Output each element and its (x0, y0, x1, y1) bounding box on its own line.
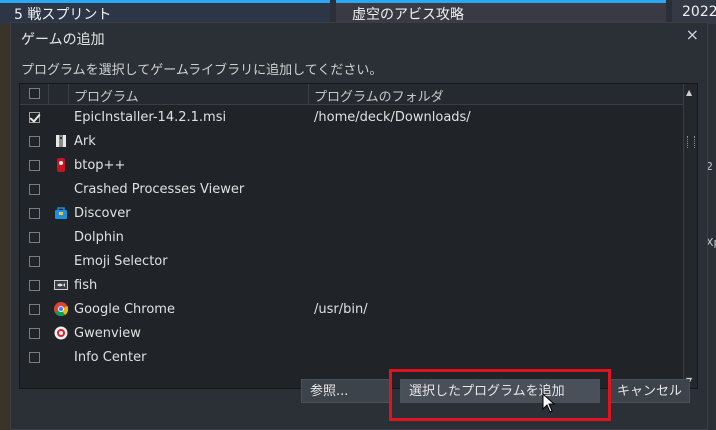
program-name: Crashed Processes Viewer (74, 182, 245, 197)
mouse-cursor-icon (542, 393, 556, 413)
program-row[interactable]: Ark (20, 130, 685, 154)
scroll-up-icon[interactable]: ▲ (686, 88, 692, 97)
row-checkbox[interactable] (29, 160, 40, 171)
list-scrollbar[interactable]: ▲ ▼ (683, 84, 697, 388)
program-row[interactable]: btop++ (20, 154, 685, 178)
row-checkbox[interactable] (29, 112, 40, 123)
program-name: Google Chrome (74, 302, 175, 317)
row-checkbox[interactable] (29, 280, 40, 291)
add-game-dialog: ゲームの追加 × プログラムを選択してゲームライブラリに追加してください。 プロ… (10, 22, 708, 430)
program-row[interactable]: EpicInstaller-14.2.1.msi /home/deck/Down… (20, 106, 685, 130)
column-divider (48, 84, 49, 104)
tile-accent-bar (0, 0, 330, 3)
tile-accent-bar (336, 0, 666, 3)
program-row[interactable]: Crashed Processes Viewer (20, 178, 685, 202)
program-name: Discover (74, 206, 131, 221)
row-checkbox[interactable] (29, 136, 40, 147)
program-row[interactable]: fish (20, 274, 685, 298)
row-checkbox[interactable] (29, 184, 40, 195)
fish-icon (54, 280, 68, 290)
library-tile-title: 虚空のアビス攻略 (352, 7, 464, 23)
row-checkbox[interactable] (29, 304, 40, 315)
program-row[interactable]: Gwenview (20, 322, 685, 346)
chrome-icon (54, 302, 68, 316)
column-header-program[interactable]: プログラム (74, 86, 139, 105)
row-checkbox[interactable] (29, 256, 40, 267)
program-name: Gwenview (74, 326, 141, 341)
column-header-folder[interactable]: プログラムのフォルダ (314, 86, 444, 105)
btop-icon (57, 158, 65, 172)
ark-icon (56, 135, 66, 147)
row-checkbox[interactable] (29, 232, 40, 243)
close-icon[interactable]: × (686, 25, 699, 44)
column-divider (308, 84, 309, 104)
dialog-title: ゲームの追加 (21, 32, 105, 48)
program-name: Info Center (74, 350, 147, 365)
program-name: Emoji Selector (74, 254, 168, 269)
program-folder: /usr/bin/ (314, 302, 368, 317)
list-header: プログラム プログラムのフォルダ (20, 84, 685, 105)
program-name: btop++ (74, 158, 126, 173)
browse-button[interactable]: 参照... (301, 379, 391, 403)
program-name: Ark (74, 134, 96, 149)
program-folder: /home/deck/Downloads/ (314, 110, 471, 125)
dialog-instruction: プログラムを選択してゲームライブラリに追加してください。 (21, 63, 383, 78)
program-row[interactable]: Info Center (20, 346, 685, 370)
highlight-box (389, 369, 611, 421)
library-tile-title: 5 戦スプリント (14, 7, 112, 23)
program-row[interactable]: Emoji Selector (20, 250, 685, 274)
program-row[interactable]: Google Chrome /usr/bin/ (20, 298, 685, 322)
program-rows: EpicInstaller-14.2.1.msi /home/deck/Down… (20, 106, 685, 370)
cancel-button[interactable]: キャンセル (608, 379, 690, 403)
select-all-checkbox[interactable] (29, 88, 40, 99)
discover-icon (55, 207, 67, 219)
program-row[interactable]: Dolphin (20, 226, 685, 250)
program-name: fish (74, 278, 98, 293)
row-checkbox[interactable] (29, 352, 40, 363)
library-tile-title: 2022 (682, 4, 716, 20)
program-row[interactable]: Discover (20, 202, 685, 226)
gwenview-icon (54, 326, 68, 340)
scroll-thumb[interactable] (687, 136, 695, 148)
program-name: Dolphin (74, 230, 124, 245)
column-divider (68, 84, 69, 104)
program-name: EpicInstaller-14.2.1.msi (74, 110, 227, 125)
row-checkbox[interactable] (29, 328, 40, 339)
program-list: プログラム プログラムのフォルダ EpicInstaller-14.2.1.ms… (19, 83, 698, 389)
row-checkbox[interactable] (29, 208, 40, 219)
